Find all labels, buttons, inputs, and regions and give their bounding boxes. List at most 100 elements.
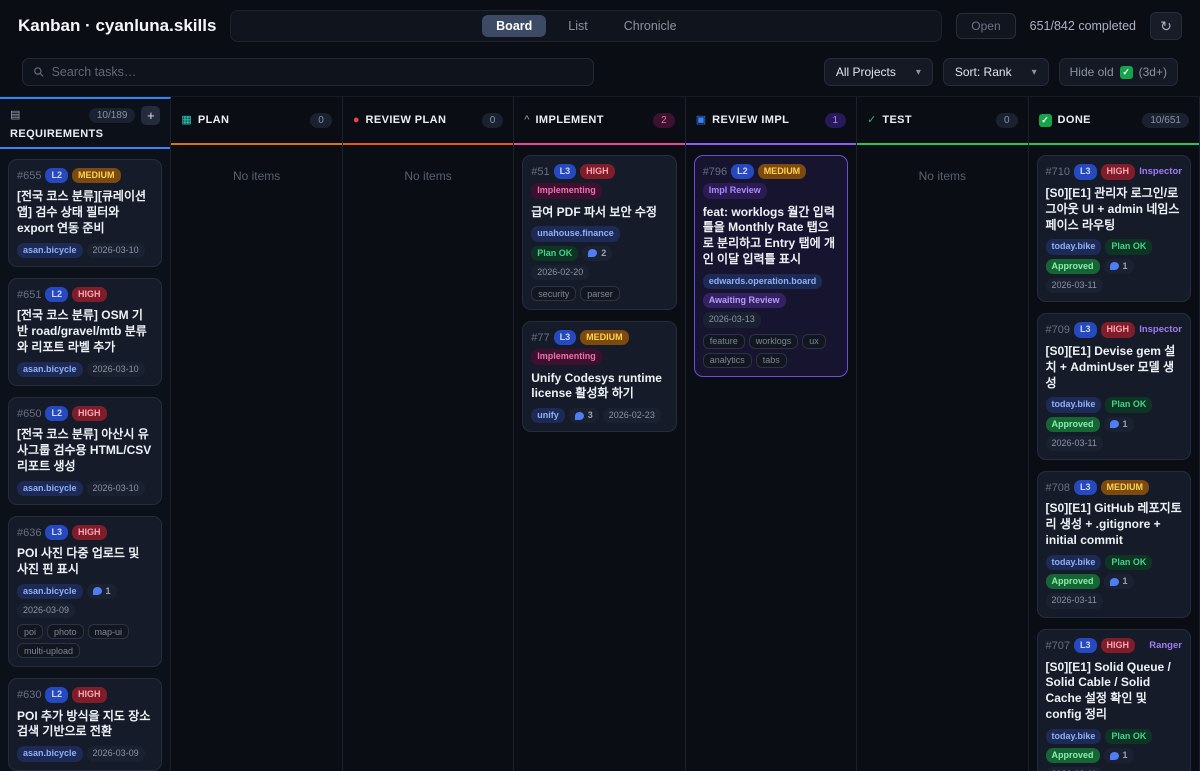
tag-pill[interactable]: map-ui: [88, 624, 130, 639]
column-body: #796L2MEDIUMImpl Reviewfeat: worklogs 월간…: [686, 145, 856, 771]
comment-number: 1: [1123, 576, 1128, 587]
column-count: 0: [996, 113, 1018, 128]
task-card-header: #709L3HIGHInspector: [1046, 322, 1182, 338]
project-badge[interactable]: edwards.operation.board: [703, 274, 823, 289]
column-title: DONE: [1058, 114, 1091, 126]
tag-pill[interactable]: worklogs: [749, 334, 799, 349]
task-meta: asan.bicycle2026-03-10: [17, 481, 153, 496]
task-meta: today.bikePlan OKApproved12026-03-11: [1046, 239, 1182, 293]
column-body: No items: [857, 145, 1027, 771]
project-badge[interactable]: asan.bicycle: [17, 362, 83, 377]
due-date: 2026-03-09: [87, 746, 145, 761]
priority-badge: MEDIUM: [1101, 480, 1150, 495]
column-done: ✓DONE10/651#710L3HIGHInspector[S0][E1] 관…: [1029, 97, 1200, 771]
comment-number: 1: [1123, 419, 1128, 430]
comments-count: 2: [582, 246, 612, 261]
project-badge[interactable]: today.bike: [1046, 729, 1102, 744]
due-date: 2026-03-10: [87, 362, 145, 377]
task-card[interactable]: #630L2HIGHPOI 추가 방식을 지도 장소 검색 기반으로 전환asa…: [8, 678, 162, 770]
project-badge[interactable]: asan.bicycle: [17, 243, 83, 258]
task-card[interactable]: #655L2MEDIUM[전국 코스 분류][큐레이션 앱] 검수 상태 필터와…: [8, 159, 162, 267]
project-badge[interactable]: today.bike: [1046, 239, 1102, 254]
project-badge[interactable]: asan.bicycle: [17, 584, 83, 599]
top-bar: Kanban · cyanluna.skills Board List Chroni…: [0, 0, 1200, 52]
due-date: 2026-03-11: [1046, 767, 1103, 771]
refresh-button[interactable]: ↻: [1150, 12, 1182, 40]
tag-pill[interactable]: parser: [580, 286, 620, 301]
sort-select[interactable]: Sort: Rank ▾: [943, 58, 1049, 86]
tag-pill[interactable]: multi-upload: [17, 643, 80, 658]
task-card-header: #51L3HIGHImplementing: [531, 164, 667, 199]
reviewer-badge: Inspector: [1139, 322, 1182, 338]
refresh-icon: ↻: [1160, 18, 1172, 34]
project-filter-select[interactable]: All Projects ▾: [824, 58, 933, 86]
caret-icon: ^: [524, 115, 529, 126]
task-card[interactable]: #650L2HIGH[전국 코스 분류] 아산시 유사그룹 검수용 HTML/C…: [8, 397, 162, 505]
task-card[interactable]: #651L2HIGH[전국 코스 분류] OSM 기반 road/gravel/…: [8, 278, 162, 386]
project-badge[interactable]: asan.bicycle: [17, 481, 83, 496]
task-card[interactable]: #77L3MEDIUMImplementingUnify Codesys run…: [522, 321, 676, 432]
tab-list[interactable]: List: [554, 15, 601, 37]
tag-pill[interactable]: photo: [47, 624, 84, 639]
comment-icon: [1110, 420, 1119, 428]
reviewer-badge: Inspector: [1139, 164, 1182, 180]
comments-count: 1: [1104, 417, 1134, 432]
priority-badge: MEDIUM: [758, 164, 807, 179]
tag-pill[interactable]: poi: [17, 624, 43, 639]
tag-pill[interactable]: tabs: [756, 353, 787, 368]
level-badge: L2: [45, 406, 68, 421]
column-header-row: ▤10/189+: [10, 106, 160, 125]
comment-icon: [1110, 262, 1119, 270]
plan-ok-badge: Plan OK: [531, 246, 578, 261]
status-badge: Implementing: [531, 183, 602, 198]
tab-chronicle[interactable]: Chronicle: [610, 15, 691, 37]
open-button[interactable]: Open: [956, 13, 1015, 39]
project-badge[interactable]: unahouse.finance: [531, 226, 620, 241]
task-card-header: #651L2HIGH: [17, 287, 153, 302]
tag-pill[interactable]: feature: [703, 334, 745, 349]
task-card-header: #655L2MEDIUM: [17, 168, 153, 183]
task-card[interactable]: #710L3HIGHInspector[S0][E1] 관리자 로그인/로그아웃…: [1037, 155, 1191, 302]
column-header-review-plan: ●REVIEW PLAN0: [343, 97, 513, 145]
comment-number: 1: [1123, 750, 1128, 761]
task-card[interactable]: #708L3MEDIUM[S0][E1] GitHub 레포지토리 생성 + .…: [1037, 471, 1191, 617]
task-card[interactable]: #636L3HIGHPOI 사진 다중 업로드 및 사진 핀 표시asan.bi…: [8, 516, 162, 667]
column-count: 0: [482, 113, 504, 128]
column-title: PLAN: [198, 114, 230, 126]
chevron-down-icon: ▾: [916, 67, 921, 78]
search-input[interactable]: [52, 65, 583, 79]
task-card[interactable]: #709L3HIGHInspector[S0][E1] Devise gem 설…: [1037, 313, 1191, 460]
tab-board[interactable]: Board: [482, 15, 546, 37]
add-task-button[interactable]: +: [141, 106, 160, 125]
level-badge: L3: [554, 330, 577, 345]
task-meta: today.bikePlan OKApproved12026-03-11: [1046, 729, 1182, 771]
task-id: #709: [1046, 324, 1070, 336]
hide-old-toggle[interactable]: Hide old ✓ (3d+): [1059, 58, 1178, 86]
task-card[interactable]: #707L3HIGHRanger[S0][E1] Solid Queue / S…: [1037, 629, 1191, 771]
due-date: 2026-02-20: [531, 265, 589, 280]
task-meta: unahouse.finance Plan OK 2 2026-02-20: [531, 226, 667, 280]
task-tags: poi photo map-ui multi-upload: [17, 624, 153, 658]
column-count: 1: [825, 113, 847, 128]
tag-pill[interactable]: ux: [802, 334, 826, 349]
column-count: 0: [310, 113, 332, 128]
priority-badge: HIGH: [580, 164, 615, 179]
task-card-header: #796L2MEDIUMImpl Review: [703, 164, 839, 199]
project-badge[interactable]: today.bike: [1046, 555, 1102, 570]
column-header-test: ✓TEST0: [857, 97, 1027, 145]
book-icon: ▣: [696, 115, 706, 126]
search-box[interactable]: [22, 58, 594, 86]
task-card[interactable]: #796L2MEDIUMImpl Reviewfeat: worklogs 월간…: [694, 155, 848, 377]
tag-pill[interactable]: security: [531, 286, 576, 301]
project-badge[interactable]: unify: [531, 408, 565, 423]
project-badge[interactable]: today.bike: [1046, 397, 1102, 412]
tag-pill[interactable]: analytics: [703, 353, 752, 368]
awaiting-review-badge: Awaiting Review: [703, 293, 786, 308]
task-meta: asan.bicycle2026-03-10: [17, 243, 153, 258]
comment-number: 1: [106, 586, 111, 597]
app-title: Kanban · cyanluna.skills: [18, 16, 216, 36]
task-id: #650: [17, 408, 41, 420]
project-badge[interactable]: asan.bicycle: [17, 746, 83, 761]
task-card[interactable]: #51L3HIGHImplementing급여 PDF 파서 보안 수정unah…: [522, 155, 676, 310]
sort-value: Sort: Rank: [955, 65, 1012, 79]
